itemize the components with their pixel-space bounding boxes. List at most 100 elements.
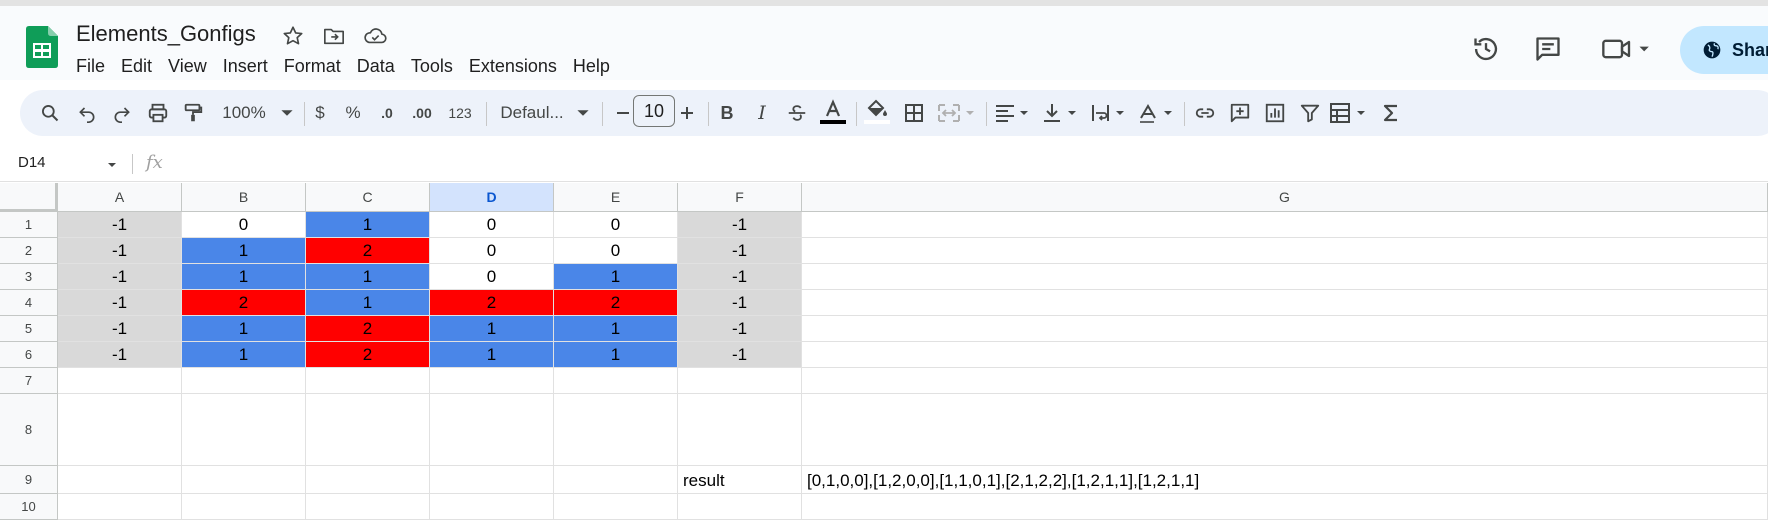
cell-b3[interactable]: 1 xyxy=(182,264,306,290)
cell-e9[interactable] xyxy=(554,466,678,494)
sheets-logo-icon[interactable] xyxy=(26,26,58,68)
more-formats-button[interactable]: 123 xyxy=(440,90,480,136)
cell-e7[interactable] xyxy=(554,368,678,394)
create-filter-icon[interactable] xyxy=(1293,90,1327,136)
cell-e3[interactable]: 1 xyxy=(554,264,678,290)
cell-c10[interactable] xyxy=(306,494,430,520)
merge-cells-icon[interactable] xyxy=(932,90,982,136)
undo-icon[interactable] xyxy=(71,90,103,136)
font-size-input[interactable]: 10 xyxy=(633,95,675,127)
cell-c4[interactable]: 1 xyxy=(306,290,430,316)
font-select[interactable]: Defaul... xyxy=(495,90,595,136)
column-header-c[interactable]: C xyxy=(306,183,430,212)
decrease-decimal-button[interactable]: .0 xyxy=(370,90,404,136)
cell-g4[interactable] xyxy=(802,290,1768,316)
row-header-5[interactable]: 5 xyxy=(0,316,58,342)
cell-e10[interactable] xyxy=(554,494,678,520)
cell-d7[interactable] xyxy=(430,368,554,394)
cell-e4[interactable]: 2 xyxy=(554,290,678,316)
italic-button[interactable]: I xyxy=(745,90,779,136)
cell-g10[interactable] xyxy=(802,494,1768,520)
meet-icon[interactable] xyxy=(1594,26,1664,72)
format-percent-button[interactable]: % xyxy=(336,90,370,136)
star-icon[interactable] xyxy=(280,23,306,49)
cell-f5[interactable]: -1 xyxy=(678,316,802,342)
cell-b2[interactable]: 1 xyxy=(182,238,306,264)
cloud-saved-icon[interactable] xyxy=(362,23,388,49)
text-rotation-icon[interactable] xyxy=(1134,90,1180,136)
row-header-2[interactable]: 2 xyxy=(0,238,58,264)
cell-d8[interactable] xyxy=(430,394,554,466)
cell-f7[interactable] xyxy=(678,368,802,394)
column-header-b[interactable]: B xyxy=(182,183,306,212)
column-header-f[interactable]: F xyxy=(678,183,802,212)
cell-d2[interactable]: 0 xyxy=(430,238,554,264)
cell-d1[interactable]: 0 xyxy=(430,212,554,238)
increase-font-size-icon[interactable] xyxy=(670,90,704,136)
menu-tools[interactable]: Tools xyxy=(403,52,461,80)
cell-b4[interactable]: 2 xyxy=(182,290,306,316)
cell-c2[interactable]: 2 xyxy=(306,238,430,264)
row-header-4[interactable]: 4 xyxy=(0,290,58,316)
menu-file[interactable]: File xyxy=(68,52,113,80)
format-currency-button[interactable]: $ xyxy=(303,90,337,136)
paint-format-icon[interactable] xyxy=(177,90,209,136)
column-header-g[interactable]: G xyxy=(802,183,1768,212)
cell-g2[interactable] xyxy=(802,238,1768,264)
table-icon[interactable] xyxy=(1326,90,1372,136)
chevron-down-icon[interactable] xyxy=(106,160,118,170)
redo-icon[interactable] xyxy=(106,90,138,136)
cell-a10[interactable] xyxy=(58,494,182,520)
cell-f10[interactable] xyxy=(678,494,802,520)
functions-icon[interactable] xyxy=(1374,90,1408,136)
cell-b6[interactable]: 1 xyxy=(182,342,306,368)
vertical-align-icon[interactable] xyxy=(1038,90,1084,136)
text-wrapping-icon[interactable] xyxy=(1086,90,1132,136)
cell-b7[interactable] xyxy=(182,368,306,394)
horizontal-align-icon[interactable] xyxy=(990,90,1036,136)
menu-edit[interactable]: Edit xyxy=(113,52,160,80)
cell-a8[interactable] xyxy=(58,394,182,466)
cell-g9[interactable]: [0,1,0,0],[1,2,0,0],[1,1,0,1],[2,1,2,2],… xyxy=(802,466,1768,494)
print-icon[interactable] xyxy=(142,90,174,136)
cell-f3[interactable]: -1 xyxy=(678,264,802,290)
cell-e8[interactable] xyxy=(554,394,678,466)
column-header-a[interactable]: A xyxy=(58,183,182,212)
text-color-icon[interactable] xyxy=(816,90,850,136)
menu-extensions[interactable]: Extensions xyxy=(461,52,565,80)
cell-a4[interactable]: -1 xyxy=(58,290,182,316)
increase-decimal-button[interactable]: .00 xyxy=(405,90,439,136)
cell-g7[interactable] xyxy=(802,368,1768,394)
cell-d6[interactable]: 1 xyxy=(430,342,554,368)
bold-button[interactable]: B xyxy=(710,90,744,136)
cell-e2[interactable]: 0 xyxy=(554,238,678,264)
insert-link-icon[interactable] xyxy=(1188,90,1222,136)
menu-data[interactable]: Data xyxy=(349,52,403,80)
cell-d5[interactable]: 1 xyxy=(430,316,554,342)
menu-view[interactable]: View xyxy=(160,52,215,80)
cell-a1[interactable]: -1 xyxy=(58,212,182,238)
cell-c7[interactable] xyxy=(306,368,430,394)
cell-d3[interactable]: 0 xyxy=(430,264,554,290)
menu-insert[interactable]: Insert xyxy=(215,52,276,80)
cell-a2[interactable]: -1 xyxy=(58,238,182,264)
column-header-d[interactable]: D xyxy=(430,183,554,212)
cell-c5[interactable]: 2 xyxy=(306,316,430,342)
cell-d10[interactable] xyxy=(430,494,554,520)
row-header-6[interactable]: 6 xyxy=(0,342,58,368)
column-header-e[interactable]: E xyxy=(554,183,678,212)
cell-c1[interactable]: 1 xyxy=(306,212,430,238)
cell-f8[interactable] xyxy=(678,394,802,466)
cell-f4[interactable]: -1 xyxy=(678,290,802,316)
borders-icon[interactable] xyxy=(897,90,931,136)
select-all-corner[interactable] xyxy=(0,183,58,212)
cell-c3[interactable]: 1 xyxy=(306,264,430,290)
move-folder-icon[interactable] xyxy=(321,23,347,49)
cell-f6[interactable]: -1 xyxy=(678,342,802,368)
cell-b10[interactable] xyxy=(182,494,306,520)
cell-a3[interactable]: -1 xyxy=(58,264,182,290)
insert-comment-icon[interactable] xyxy=(1223,90,1257,136)
fill-color-icon[interactable] xyxy=(860,90,894,136)
version-history-icon[interactable] xyxy=(1466,26,1506,72)
cell-d9[interactable] xyxy=(430,466,554,494)
